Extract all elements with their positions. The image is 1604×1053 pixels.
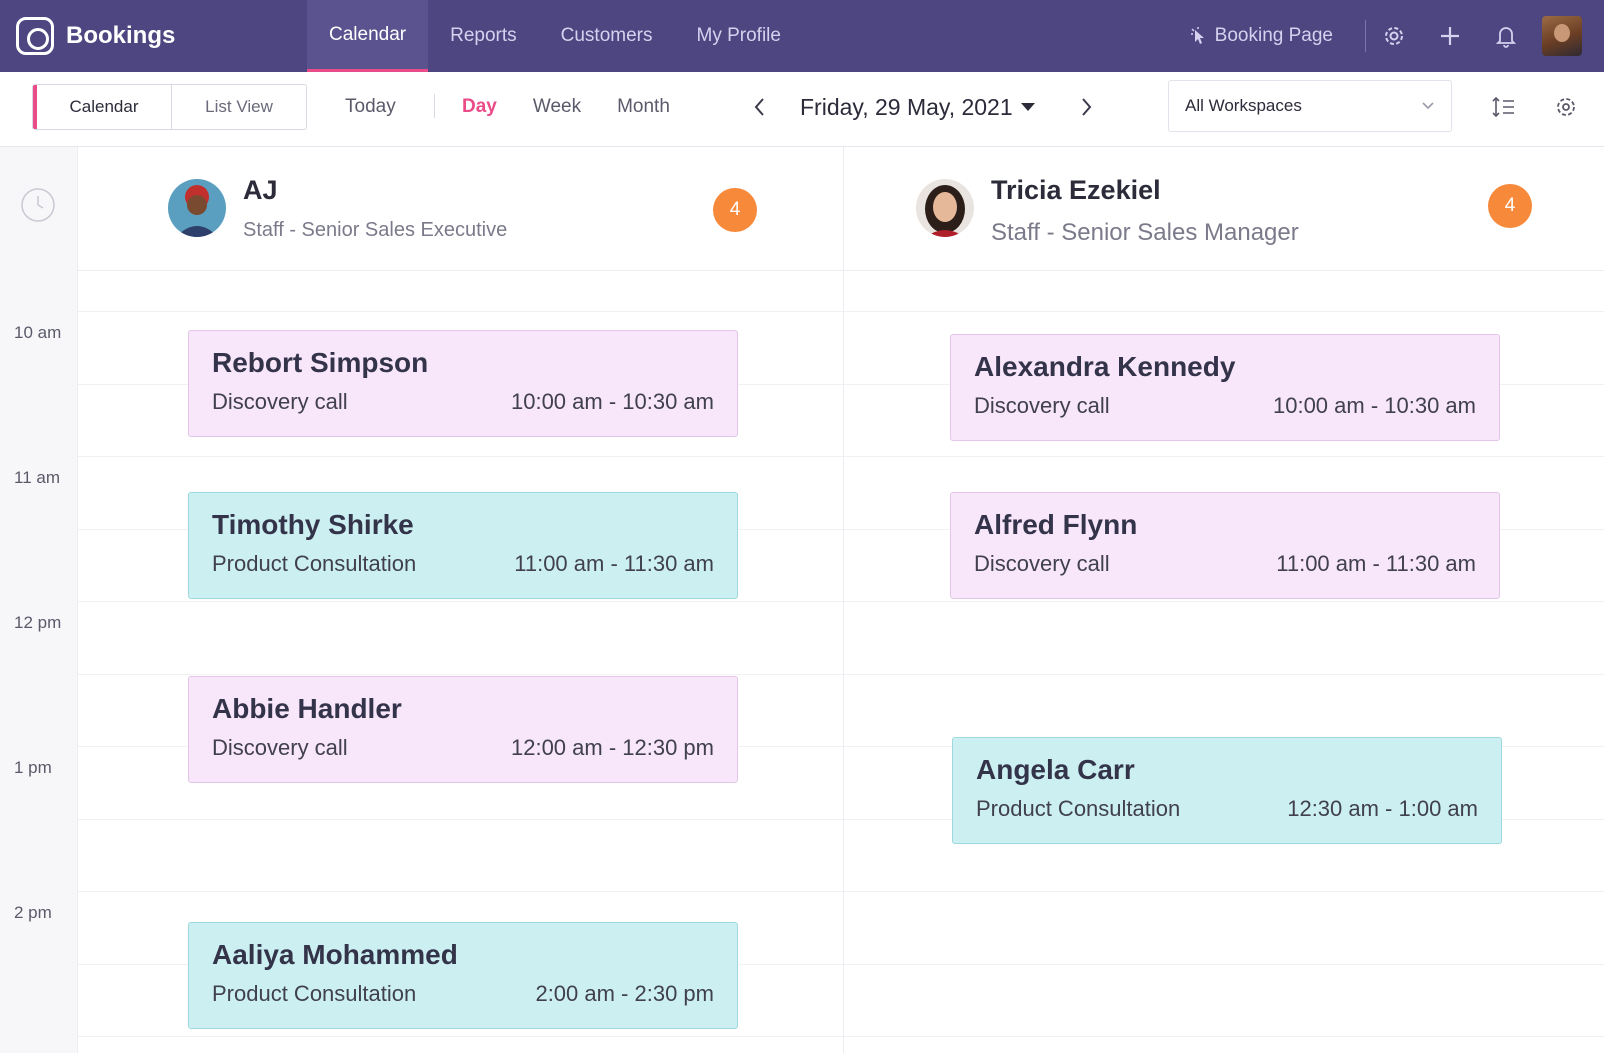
toolbar-divider xyxy=(434,94,435,118)
hour-label: 10 am xyxy=(14,323,62,342)
time-column: 10 am 11 am 12 pm 1 pm 2 pm xyxy=(0,147,78,1053)
chevron-down-icon xyxy=(1422,102,1434,110)
appointment-time: 11:00 am - 11:30 am xyxy=(1276,551,1476,576)
view-toggle: Calendar List View xyxy=(32,84,307,130)
booking-page-label: Booking Page xyxy=(1214,25,1333,46)
nav-tab-calendar[interactable]: Calendar xyxy=(307,0,429,72)
clock-icon xyxy=(20,187,56,223)
range-tab-week[interactable]: Week xyxy=(533,96,581,118)
staff-role: Staff - Senior Sales Manager xyxy=(991,219,1299,246)
appointment-customer: Rebort Simpson xyxy=(212,347,429,378)
workspace-select[interactable]: All Workspaces xyxy=(1168,80,1452,132)
appointment-service: Product Consultation xyxy=(212,981,417,1006)
appointment-time: 10:00 am - 10:30 am xyxy=(1272,393,1476,418)
staff-header: Tricia Ezekiel Staff - Senior Sales Mana… xyxy=(844,147,1604,271)
workspace-selected-value: All Workspaces xyxy=(1185,96,1302,115)
appointment-service: Discovery call xyxy=(974,393,1110,418)
appointment-card[interactable]: Alexandra Kennedy Discovery call 10:00 a… xyxy=(950,334,1500,441)
nav-right-actions: Booking Page xyxy=(1189,0,1582,72)
appointment-customer: Timothy Shirke xyxy=(212,509,414,540)
bookings-logo-icon xyxy=(16,17,54,55)
staff-column-tricia-ezekiel: Tricia Ezekiel Staff - Senior Sales Mana… xyxy=(843,147,1604,1053)
appointment-card[interactable]: Angela Carr Product Consultation 12:30 a… xyxy=(952,737,1502,844)
hour-label: 1 pm xyxy=(14,758,52,777)
staff-name: Tricia Ezekiel xyxy=(991,175,1161,205)
previous-date-button[interactable] xyxy=(746,84,774,130)
today-button[interactable]: Today xyxy=(345,84,396,130)
appointment-card[interactable]: Timothy Shirke Product Consultation 11:0… xyxy=(188,492,738,599)
add-button[interactable] xyxy=(1422,0,1478,72)
appointment-service: Product Consultation xyxy=(212,551,417,576)
appointment-time: 12:30 am - 1:00 am xyxy=(1287,796,1478,821)
appointment-customer: Aaliya Mohammed xyxy=(212,939,458,970)
range-tab-month[interactable]: Month xyxy=(617,96,670,118)
notifications-button[interactable] xyxy=(1478,0,1534,72)
appointment-count-badge: 4 xyxy=(713,188,757,232)
appointment-service: Discovery call xyxy=(974,551,1110,576)
appointment-customer: Angela Carr xyxy=(976,754,1135,785)
staff-column-aj: AJ Staff - Senior Sales Executive 4 Rebo… xyxy=(78,147,843,1053)
main-nav-tabs: Calendar Reports Customers My Profile xyxy=(307,0,803,72)
sort-button[interactable] xyxy=(1484,84,1524,130)
appointment-customer: Abbie Handler xyxy=(212,693,402,724)
date-picker[interactable]: Friday, 29 May, 2021 xyxy=(800,84,1035,130)
user-avatar[interactable] xyxy=(1542,16,1582,56)
brand[interactable]: Bookings xyxy=(16,0,175,72)
appointment-card[interactable]: Alfred Flynn Discovery call 11:00 am - 1… xyxy=(950,492,1500,599)
appointment-customer: Alexandra Kennedy xyxy=(974,351,1236,382)
nav-tab-reports[interactable]: Reports xyxy=(428,0,539,72)
top-navigation-bar: Bookings Calendar Reports Customers My P… xyxy=(0,0,1604,72)
appointment-service: Product Consultation xyxy=(976,796,1181,821)
booking-page-link[interactable]: Booking Page xyxy=(1189,20,1366,52)
gear-icon xyxy=(1557,98,1575,116)
appointment-card[interactable]: Abbie Handler Discovery call 12:00 am - … xyxy=(188,676,738,783)
settings-button[interactable] xyxy=(1366,0,1422,72)
chevron-right-icon xyxy=(1082,98,1092,116)
calendar-grid: 10 am 11 am 12 pm 1 pm 2 pm AJ Staff - S… xyxy=(0,147,1604,1053)
gear-icon xyxy=(1385,27,1403,45)
appointment-count-badge: 4 xyxy=(1488,184,1532,228)
appointment-time: 10:00 am - 10:30 am xyxy=(510,389,714,414)
appointment-card[interactable]: Rebort Simpson Discovery call 10:00 am -… xyxy=(188,330,738,437)
view-option-calendar[interactable]: Calendar xyxy=(33,85,172,129)
hour-label: 11 am xyxy=(14,468,60,487)
appointment-customer: Alfred Flynn xyxy=(974,509,1138,540)
appointment-service: Discovery call xyxy=(212,735,348,760)
nav-tab-customers[interactable]: Customers xyxy=(539,0,675,72)
current-date-label: Friday, 29 May, 2021 xyxy=(800,93,1013,120)
next-date-button[interactable] xyxy=(1072,84,1100,130)
range-tab-day[interactable]: Day xyxy=(462,96,497,118)
hour-label: 2 pm xyxy=(14,903,52,922)
appointment-card[interactable]: Aaliya Mohammed Product Consultation 2:0… xyxy=(188,922,738,1029)
chevron-left-icon xyxy=(754,98,764,116)
staff-role: Staff - Senior Sales Executive xyxy=(243,219,508,241)
staff-header: AJ Staff - Senior Sales Executive 4 xyxy=(78,147,843,271)
plus-icon xyxy=(1441,27,1459,45)
hour-label: 12 pm xyxy=(14,613,62,632)
appointment-time: 2:00 am - 2:30 pm xyxy=(535,981,714,1006)
staff-avatar[interactable] xyxy=(168,179,226,237)
nav-tab-my-profile[interactable]: My Profile xyxy=(675,0,803,72)
appointment-service: Discovery call xyxy=(212,389,348,414)
app-name: Bookings xyxy=(66,22,176,49)
range-tabs: Day Week Month xyxy=(462,84,670,130)
cursor-click-icon xyxy=(1190,27,1204,44)
caret-down-icon xyxy=(1020,103,1035,111)
bell-icon xyxy=(1495,27,1517,48)
sort-list-icon xyxy=(1492,96,1514,118)
calendar-settings-button[interactable] xyxy=(1546,84,1586,130)
view-option-list-view[interactable]: List View xyxy=(172,85,306,129)
staff-avatar[interactable] xyxy=(916,179,974,237)
appointment-time: 12:00 am - 12:30 pm xyxy=(510,735,714,760)
calendar-toolbar: Calendar List View Today Day Week Month … xyxy=(0,72,1604,147)
staff-name: AJ xyxy=(243,175,278,205)
appointment-time: 11:00 am - 11:30 am xyxy=(514,551,714,576)
